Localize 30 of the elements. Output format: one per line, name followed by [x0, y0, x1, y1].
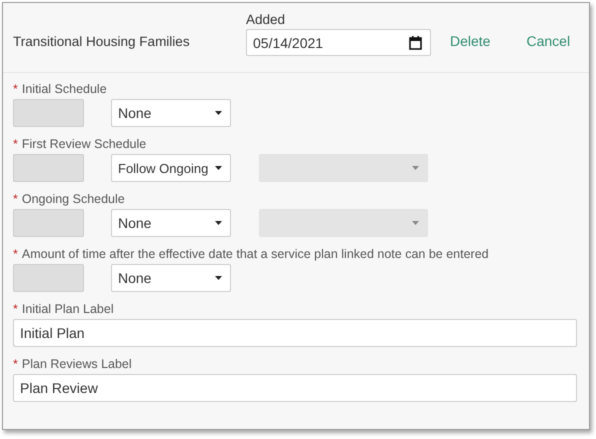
text-field[interactable]: Plan Review [13, 374, 577, 402]
field-label: Amount of time after the effective date that a service plan linked note can be entered [22, 247, 489, 261]
field-label: Plan Reviews Label [22, 357, 132, 371]
required-mark: * [13, 82, 18, 96]
caret-icon [412, 221, 419, 225]
field-label: First Review Schedule [22, 137, 146, 151]
form-title: Transitional Housing Families [13, 34, 191, 49]
required-mark: * [13, 192, 18, 206]
unit-select[interactable]: None [111, 209, 231, 237]
unit-select[interactable]: Follow Ongoing [111, 154, 231, 182]
caret-icon [215, 276, 222, 280]
delete-link[interactable]: Delete [450, 33, 490, 49]
field-label: Initial Schedule [22, 82, 107, 96]
caret-icon [215, 166, 222, 170]
required-mark: * [13, 357, 18, 371]
field-label: Initial Plan Label [22, 302, 114, 316]
unit-select[interactable]: None [111, 264, 231, 292]
date-field[interactable]: 05/14/2021 [246, 29, 431, 56]
text-field[interactable]: Initial Plan [13, 319, 577, 347]
calendar-icon[interactable] [409, 36, 422, 50]
required-mark: * [13, 302, 18, 316]
caret-icon [412, 166, 419, 170]
required-mark: * [13, 137, 18, 151]
cancel-link[interactable]: Cancel [526, 33, 570, 49]
field-label: Added [246, 12, 286, 27]
required-mark: * [13, 247, 18, 261]
caret-icon [215, 111, 222, 115]
unit-select[interactable]: None [111, 99, 231, 127]
caret-icon [215, 221, 222, 225]
field-label: Ongoing Schedule [22, 192, 125, 206]
